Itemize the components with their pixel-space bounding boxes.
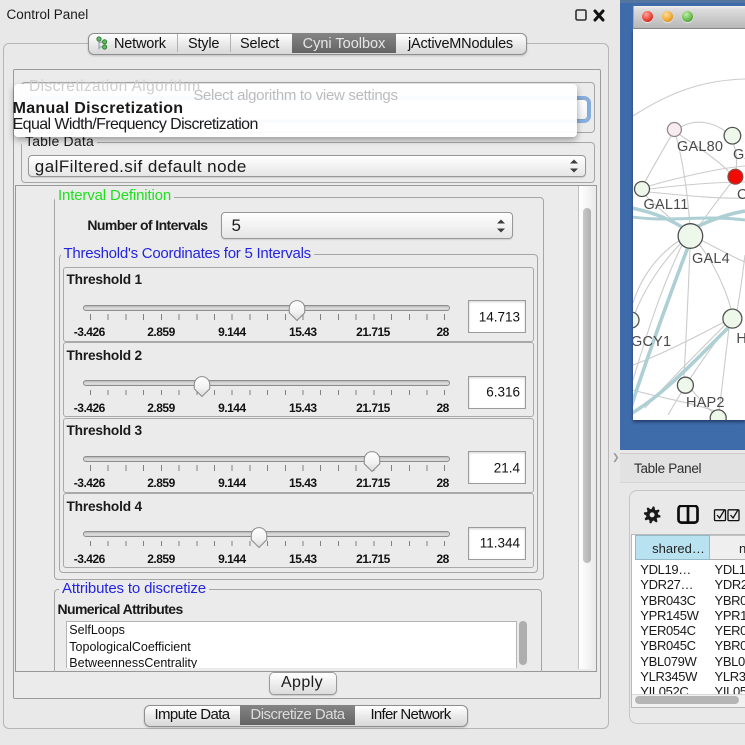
svg-text:HIS: HIS [736,331,745,347]
svg-text:GAL80: GAL80 [677,139,723,155]
svg-text:CYC: CYC [737,187,745,203]
svg-text:GCY1: GCY1 [633,334,671,350]
svg-text:GAL4: GAL4 [692,251,730,267]
svg-text:HAP2: HAP2 [686,395,725,411]
svg-text:GAL11: GAL11 [644,197,689,213]
svg-text:GAL7: GAL7 [733,147,745,163]
